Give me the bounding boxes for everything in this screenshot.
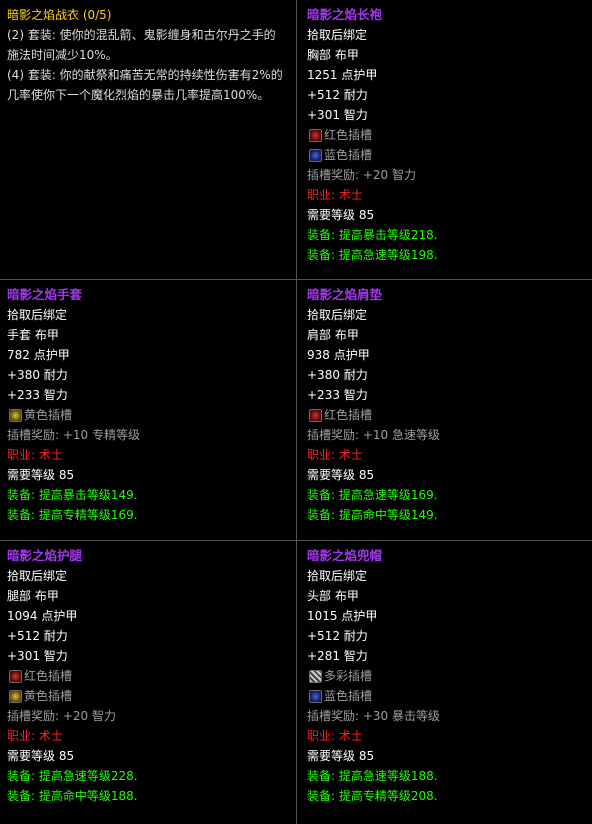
socket-bonus: 插槽奖励: +30 暴击等级 <box>307 709 440 723</box>
meta-socket-icon <box>309 669 322 683</box>
equip-effect-2: 装备: 提高急速等级198. <box>307 248 438 262</box>
bind-type: 拾取后绑定 <box>307 569 368 583</box>
intellect-stat: +301 智力 <box>7 649 68 663</box>
item-slot: 肩部 布甲 <box>307 328 359 342</box>
item-name[interactable]: 暗影之焰长袍 <box>307 5 592 25</box>
socket-bonus: 插槽奖励: +20 智力 <box>7 709 116 723</box>
item-tooltip-legs: 暗影之焰护腿 拾取后绑定 腿部 布甲 1094 点护甲 +512 耐力 +301… <box>0 541 296 824</box>
socket-meta: 多彩插槽 <box>307 666 592 686</box>
equip-effect-2: 装备: 提高专精等级208. <box>307 789 438 803</box>
intellect-stat: +301 智力 <box>307 108 368 122</box>
equip-effect-2: 装备: 提高命中等级149. <box>307 508 438 522</box>
item-name[interactable]: 暗影之焰护腿 <box>7 546 296 566</box>
set-bonus-4-line2: 几率使你下一个魔化烈焰的暴击几率提高100%。 <box>7 88 270 102</box>
socket-yellow: 黄色插槽 <box>7 686 296 706</box>
socket-label: 红色插槽 <box>324 128 373 142</box>
item-tooltip-robe: 暗影之焰长袍 拾取后绑定 胸部 布甲 1251 点护甲 +512 耐力 +301… <box>297 0 592 279</box>
red-socket-icon <box>309 408 322 422</box>
stamina-stat: +512 耐力 <box>307 88 368 102</box>
socket-red: 红色插槽 <box>7 666 296 686</box>
item-tooltip-shoulders: 暗影之焰肩垫 拾取后绑定 肩部 布甲 938 点护甲 +380 耐力 +233 … <box>297 280 592 540</box>
item-slot: 头部 布甲 <box>307 589 359 603</box>
level-requirement: 需要等级 85 <box>7 468 75 482</box>
equip-effect-1: 装备: 提高急速等级228. <box>7 769 138 783</box>
item-slot: 手套 布甲 <box>7 328 59 342</box>
socket-label: 黄色插槽 <box>24 408 73 422</box>
bind-type: 拾取后绑定 <box>7 308 68 322</box>
equip-effect-1: 装备: 提高暴击等级218. <box>307 228 438 242</box>
socket-red: 红色插槽 <box>307 405 592 425</box>
item-tooltip-grid: 暗影之焰战衣 (0/5) (2) 套装: 使你的混乱箭、鬼影缠身和古尔丹之手的 … <box>0 0 592 824</box>
red-socket-icon <box>309 128 322 142</box>
stamina-stat: +380 耐力 <box>307 368 368 382</box>
item-slot: 胸部 布甲 <box>307 48 359 62</box>
socket-bonus: 插槽奖励: +10 急速等级 <box>307 428 440 442</box>
socket-label: 蓝色插槽 <box>324 148 373 162</box>
level-requirement: 需要等级 85 <box>307 208 375 222</box>
socket-red: 红色插槽 <box>307 125 592 145</box>
armor-value: 1251 点护甲 <box>307 68 378 82</box>
socket-blue: 蓝色插槽 <box>307 686 592 706</box>
class-requirement: 职业: 术士 <box>307 729 363 743</box>
item-name[interactable]: 暗影之焰手套 <box>7 285 296 305</box>
level-requirement: 需要等级 85 <box>307 468 375 482</box>
intellect-stat: +233 智力 <box>7 388 68 402</box>
class-requirement: 职业: 术士 <box>7 448 63 462</box>
blue-socket-icon <box>309 689 322 703</box>
equip-effect-2: 装备: 提高命中等级188. <box>7 789 138 803</box>
set-bonus-panel: 暗影之焰战衣 (0/5) (2) 套装: 使你的混乱箭、鬼影缠身和古尔丹之手的 … <box>0 0 296 279</box>
set-bonus-4-line1: (4) 套装: 你的献祭和痛苦无常的持续性伤害有2%的 <box>7 68 283 82</box>
blue-socket-icon <box>309 148 322 162</box>
yellow-socket-icon <box>9 689 22 703</box>
socket-bonus: 插槽奖励: +20 智力 <box>307 168 416 182</box>
socket-label: 红色插槽 <box>24 669 73 683</box>
item-slot: 腿部 布甲 <box>7 589 59 603</box>
bind-type: 拾取后绑定 <box>7 569 68 583</box>
socket-label: 黄色插槽 <box>24 689 73 703</box>
stamina-stat: +512 耐力 <box>7 629 68 643</box>
intellect-stat: +281 智力 <box>307 649 368 663</box>
set-title[interactable]: 暗影之焰战衣 (0/5) <box>7 5 296 25</box>
class-requirement: 职业: 术士 <box>7 729 63 743</box>
class-requirement: 职业: 术士 <box>307 448 363 462</box>
armor-value: 1015 点护甲 <box>307 609 378 623</box>
equip-effect-1: 装备: 提高急速等级188. <box>307 769 438 783</box>
item-name[interactable]: 暗影之焰兜帽 <box>307 546 592 566</box>
equip-effect-1: 装备: 提高急速等级169. <box>307 488 438 502</box>
item-tooltip-gloves: 暗影之焰手套 拾取后绑定 手套 布甲 782 点护甲 +380 耐力 +233 … <box>0 280 296 540</box>
equip-effect-1: 装备: 提高暴击等级149. <box>7 488 138 502</box>
armor-value: 938 点护甲 <box>307 348 370 362</box>
stamina-stat: +380 耐力 <box>7 368 68 382</box>
item-name[interactable]: 暗影之焰肩垫 <box>307 285 592 305</box>
bind-type: 拾取后绑定 <box>307 28 368 42</box>
level-requirement: 需要等级 85 <box>307 749 375 763</box>
set-bonus-2-line2: 施法时间减少10%。 <box>7 48 118 62</box>
armor-value: 1094 点护甲 <box>7 609 78 623</box>
item-tooltip-hood: 暗影之焰兜帽 拾取后绑定 头部 布甲 1015 点护甲 +512 耐力 +281… <box>297 541 592 824</box>
class-requirement: 职业: 术士 <box>307 188 363 202</box>
yellow-socket-icon <box>9 408 22 422</box>
armor-value: 782 点护甲 <box>7 348 70 362</box>
red-socket-icon <box>9 669 22 683</box>
stamina-stat: +512 耐力 <box>307 629 368 643</box>
socket-label: 蓝色插槽 <box>324 689 373 703</box>
socket-label: 多彩插槽 <box>324 669 373 683</box>
socket-blue: 蓝色插槽 <box>307 145 592 165</box>
intellect-stat: +233 智力 <box>307 388 368 402</box>
socket-bonus: 插槽奖励: +10 专精等级 <box>7 428 140 442</box>
set-bonus-2-line1: (2) 套装: 使你的混乱箭、鬼影缠身和古尔丹之手的 <box>7 28 276 42</box>
level-requirement: 需要等级 85 <box>7 749 75 763</box>
socket-yellow: 黄色插槽 <box>7 405 296 425</box>
socket-label: 红色插槽 <box>324 408 373 422</box>
equip-effect-2: 装备: 提高专精等级169. <box>7 508 138 522</box>
bind-type: 拾取后绑定 <box>307 308 368 322</box>
